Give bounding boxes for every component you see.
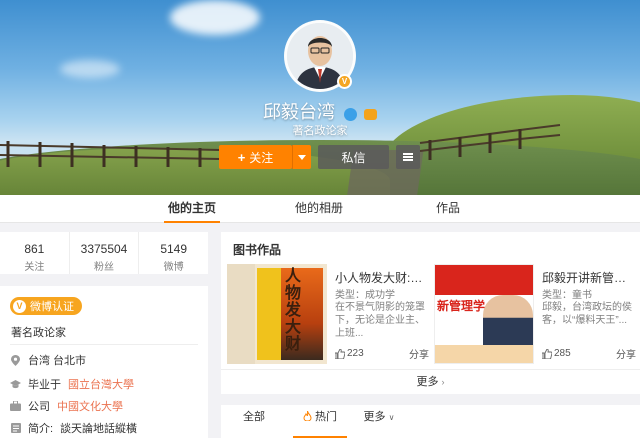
stat-value: 3375504 xyxy=(80,242,128,256)
cover-title: 新管理学 xyxy=(437,299,486,313)
stat-value: 861 xyxy=(24,242,45,256)
cover-header xyxy=(435,265,533,295)
info-company: 公司 中國文化大學 xyxy=(10,399,205,413)
like-button[interactable]: 285 xyxy=(542,346,571,361)
share-button[interactable]: 分享 xyxy=(409,346,429,361)
stat-label: 关注 xyxy=(24,262,45,273)
like-button[interactable]: 223 xyxy=(335,346,364,361)
book-title[interactable]: 小人物发大财:人... xyxy=(335,269,430,286)
chevron-down-icon xyxy=(298,154,306,160)
cover-portrait xyxy=(483,295,533,345)
profile-tagline: 著名政论家 xyxy=(292,125,348,137)
vip-icon[interactable] xyxy=(364,108,378,120)
book-description: 在不景气阴影的笼罩下，无论是企业主、上班... xyxy=(335,302,425,339)
plus-icon: + xyxy=(237,149,246,165)
filter-hot[interactable]: 热门 xyxy=(293,405,347,438)
profile-tabbar: 他的主页 他的相册 作品 xyxy=(0,195,640,223)
verified-badge-icon: V xyxy=(337,74,352,89)
like-count: 285 xyxy=(554,348,571,359)
books-panel: 图书作品 人物发大财 小人物发大财:人... 类型：成功学 在不景气阴影的笼罩下… xyxy=(221,232,640,394)
education-prefix: 毕业于 xyxy=(28,379,61,391)
cert-description: 著名政论家 xyxy=(11,327,66,339)
tab-album[interactable]: 他的相册 xyxy=(291,195,347,223)
like-count: 223 xyxy=(347,348,364,359)
stat-followers[interactable]: 3375504 粉丝 xyxy=(70,232,140,274)
verified-icon: V xyxy=(13,299,26,313)
message-button[interactable]: 私信 xyxy=(318,145,389,169)
thumbs-up-icon xyxy=(542,348,552,359)
cover-banner: V 邱毅台湾 著名政论家 + 关注 私信 xyxy=(0,0,640,195)
book-type: 类型：成功学 xyxy=(335,290,395,301)
bio-text: 談天論地話縱橫 xyxy=(60,423,138,435)
thumbs-up-icon xyxy=(335,348,345,359)
cover-footer xyxy=(435,345,533,363)
location-text: 台湾 台北市 xyxy=(28,355,87,367)
follow-label: 关注 xyxy=(249,150,274,165)
divider xyxy=(10,344,198,345)
book-actions: 285 分享 xyxy=(542,346,636,361)
chevron-down-icon: ∨ xyxy=(388,413,395,422)
filter-more-label: 更多 xyxy=(363,411,386,423)
tab-home[interactable]: 他的主页 xyxy=(164,195,220,223)
cover-title: 人物发大财 xyxy=(285,268,302,353)
briefcase-icon xyxy=(10,401,21,412)
book-card[interactable]: 新管理学 邱毅开讲新管理学 类型：童书 邱毅，台湾政坛的侯客，以“爆料天王”..… xyxy=(434,264,638,364)
book-actions: 223 分享 xyxy=(335,346,429,361)
bio-icon xyxy=(10,423,21,434)
graduation-cap-icon xyxy=(10,379,21,390)
stat-label: 微博 xyxy=(163,262,184,273)
education-link[interactable]: 國立台灣大學 xyxy=(68,376,134,392)
book-type: 类型：童书 xyxy=(542,290,592,301)
menu-icon xyxy=(403,153,413,161)
stat-following[interactable]: 861 关注 xyxy=(0,232,70,274)
stat-value: 5149 xyxy=(160,242,188,256)
info-panel: V 微博认证 著名政论家 台湾 台北市 毕业于 國立台灣大學 公司 中國文化大學… xyxy=(0,286,208,438)
stat-label: 粉丝 xyxy=(94,262,114,273)
book-title[interactable]: 邱毅开讲新管理学 xyxy=(542,269,637,286)
filter-more[interactable]: 更多 ∨ xyxy=(361,405,397,438)
info-location: 台湾 台北市 xyxy=(10,353,205,367)
stats-panel: 861 关注 3375504 粉丝 5149 微博 xyxy=(0,232,208,274)
stat-posts[interactable]: 5149 微博 xyxy=(139,232,208,274)
cover-spine xyxy=(227,264,255,364)
info-bio: 简介: 談天論地話縱橫 xyxy=(10,421,205,435)
tab-works[interactable]: 作品 xyxy=(430,195,466,223)
chevron-right-icon: › xyxy=(441,377,445,387)
book-card[interactable]: 人物发大财 小人物发大财:人... 类型：成功学 在不景气阴影的笼罩下，无论是企… xyxy=(227,264,431,364)
cert-label: 微博认证 xyxy=(30,301,74,313)
location-pin-icon xyxy=(10,354,21,366)
book-description: 邱毅，台湾政坛的侯客，以“爆料天王”... xyxy=(542,302,632,326)
filter-hot-label: 热门 xyxy=(315,411,338,423)
gender-icon xyxy=(344,107,357,121)
company-prefix: 公司 xyxy=(28,401,50,413)
follow-dropdown-button[interactable] xyxy=(292,145,311,169)
books-title: 图书作品 xyxy=(233,243,282,257)
books-more-link[interactable]: 更多 › xyxy=(221,369,640,394)
cover-band xyxy=(257,268,283,360)
banner-cloud xyxy=(170,0,260,35)
book-cover[interactable]: 新管理学 xyxy=(434,264,534,364)
profile-name: 邱毅台湾 xyxy=(262,102,335,122)
follow-button[interactable]: + 关注 xyxy=(219,145,292,169)
book-cover[interactable]: 人物发大财 xyxy=(227,264,327,364)
flame-icon xyxy=(303,410,315,423)
feed-filter-bar: 全部 热门 更多 ∨ xyxy=(221,405,640,438)
cert-badge[interactable]: V 微博认证 xyxy=(10,297,82,315)
more-label: 更多 xyxy=(416,376,439,388)
bio-prefix: 简介: xyxy=(28,423,54,435)
company-link[interactable]: 中國文化大學 xyxy=(57,398,123,414)
info-education: 毕业于 國立台灣大學 xyxy=(10,377,205,391)
more-menu-button[interactable] xyxy=(396,145,420,169)
banner-cloud xyxy=(60,60,120,78)
filter-all[interactable]: 全部 xyxy=(239,405,269,438)
share-button[interactable]: 分享 xyxy=(616,346,636,361)
profile-name-row: 邱毅台湾 xyxy=(0,98,640,124)
